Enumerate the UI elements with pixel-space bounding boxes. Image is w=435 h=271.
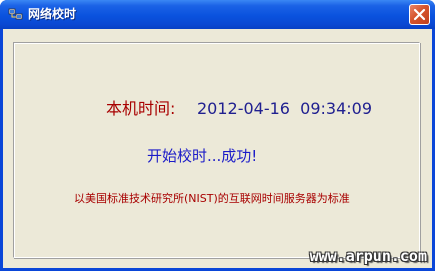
window-title: 网络校时 (28, 7, 77, 21)
close-button[interactable] (409, 4, 430, 25)
close-icon (413, 8, 426, 21)
local-time-label: 本机时间: (106, 99, 176, 118)
nist-note-text: 以美国标准技术研究所(NIST)的互联网时间服务器为标准 (74, 192, 350, 205)
app-window: 网络校时 本机时间: 2012-04-16 09:34:09 开始校时...成功… (0, 0, 435, 271)
local-time-value: 2012-04-16 09:34:09 (197, 99, 373, 118)
content-panel: 本机时间: 2012-04-16 09:34:09 开始校时...成功! 以美国… (13, 42, 420, 258)
title-bar[interactable]: 网络校时 (0, 0, 435, 29)
window-client-area: 本机时间: 2012-04-16 09:34:09 开始校时...成功! 以美国… (3, 29, 432, 268)
app-network-icon (8, 7, 24, 21)
watermark: www.arpun.com (309, 247, 427, 265)
sync-status-text: 开始校时...成功! (147, 147, 258, 165)
